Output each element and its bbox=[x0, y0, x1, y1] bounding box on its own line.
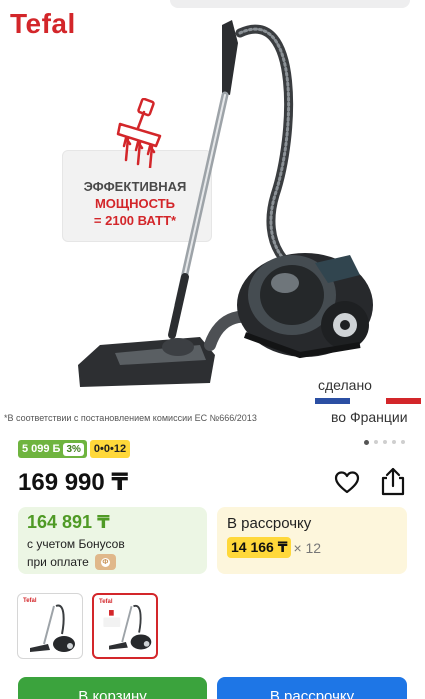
installment-amount: 14 166 ₸ bbox=[227, 537, 292, 558]
bonus-caption-2: при оплате bbox=[27, 555, 89, 569]
product-price: 169 990 ₸ bbox=[18, 469, 129, 496]
thumbnail-vacuum-image bbox=[103, 604, 152, 650]
power-footnote: *В соответствии с постановлением комисси… bbox=[4, 413, 257, 423]
bonus-price-card[interactable]: 164 891 ₸ с учетом Бонусов при оплате Ф bbox=[18, 507, 207, 574]
carousel-dot bbox=[374, 440, 378, 444]
bonus-price: 164 891 ₸ bbox=[27, 512, 110, 532]
carousel-dot bbox=[392, 440, 396, 444]
carousel-dot-active bbox=[364, 439, 369, 445]
installment-months: × 12 bbox=[293, 539, 322, 556]
promo-badges: 5 099 Б 3% 0•0•12 bbox=[18, 440, 131, 458]
bonus-badge-percent: 3% bbox=[63, 442, 84, 456]
installment-title: В рассрочку bbox=[227, 515, 312, 532]
bonus-badge[interactable]: 5 099 Б 3% bbox=[18, 440, 87, 458]
carousel-indicator bbox=[364, 439, 405, 445]
payment-coin-icon: Ф bbox=[94, 554, 116, 570]
bonus-badge-amount: 5 099 bbox=[22, 443, 50, 455]
installment-row: 14 166 ₸ × 12 bbox=[227, 537, 321, 558]
flag-stripe-white bbox=[350, 398, 386, 404]
flag-stripe-red bbox=[385, 398, 421, 404]
bonus-caption-2-row: при оплате Ф bbox=[27, 554, 116, 570]
french-flag-bar bbox=[315, 398, 421, 404]
made-in-country: во Франции bbox=[331, 409, 408, 425]
heart-icon[interactable] bbox=[334, 470, 360, 496]
flag-stripe-blue bbox=[315, 398, 351, 404]
carousel-dot bbox=[401, 440, 405, 444]
buy-in-installments-button[interactable]: В рассрочку bbox=[217, 677, 407, 699]
made-in-label: сделано bbox=[318, 377, 372, 393]
carousel-dot bbox=[383, 440, 387, 444]
thumbnail-2-selected[interactable]: Tefal bbox=[92, 593, 158, 659]
installment-badge[interactable]: 0•0•12 bbox=[89, 440, 131, 458]
product-image[interactable]: Tefal ЭФФЕКТИВНАЯ МОЩНОСТЬ = 2100 ВАТТ* bbox=[0, 0, 425, 430]
vacuum-cleaner-illustration bbox=[78, 20, 373, 387]
thumbnail-vacuum-image bbox=[30, 604, 75, 652]
bonus-caption-1: с учетом Бонусов bbox=[27, 537, 125, 551]
add-to-cart-button[interactable]: В корзину bbox=[18, 677, 207, 699]
share-icon[interactable] bbox=[379, 466, 407, 496]
thumbnail-1[interactable]: Tefal bbox=[17, 593, 83, 659]
installment-card[interactable]: В рассрочку 14 166 ₸ × 12 bbox=[217, 507, 407, 574]
bonus-currency-icon: Б bbox=[52, 443, 61, 455]
top-bar-edge bbox=[170, 0, 410, 8]
